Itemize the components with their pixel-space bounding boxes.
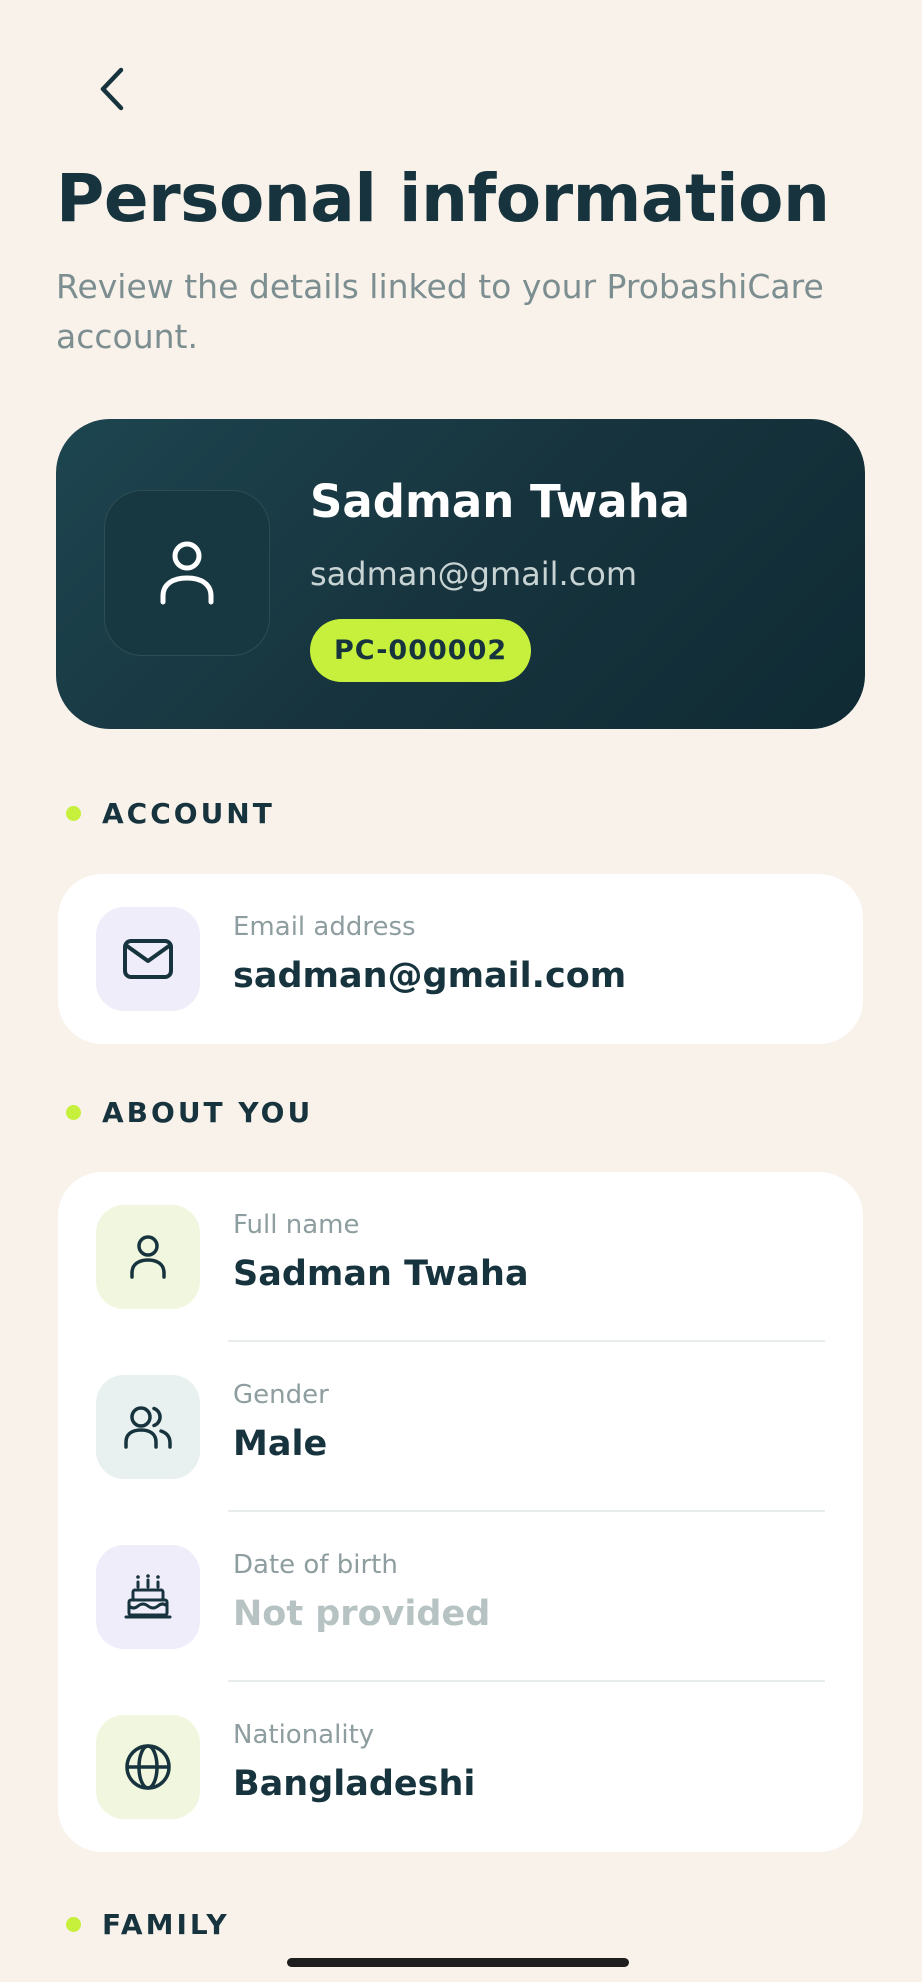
gender-label: Gender	[233, 1380, 329, 1410]
date-of-birth-row[interactable]: Date of birth Not provided	[58, 1512, 863, 1682]
section-dot	[66, 1105, 81, 1120]
users-icon	[124, 1406, 172, 1449]
mail-icon	[123, 939, 173, 979]
user-icon	[160, 541, 214, 605]
nationality-row[interactable]: Nationality Bangladeshi	[58, 1682, 863, 1852]
section-header-about-you: ABOUT YOU	[66, 1096, 313, 1129]
account-card: Email address sadman@gmail.com	[58, 874, 863, 1044]
full-name-label: Full name	[233, 1210, 360, 1240]
section-title-about-you: ABOUT YOU	[102, 1096, 314, 1129]
email-value: sadman@gmail.com	[233, 956, 627, 996]
page-title: Personal information	[56, 160, 830, 237]
home-indicator[interactable]	[287, 1958, 629, 1967]
profile-card: Sadman Twaha sadman@gmail.com PC-000002	[56, 419, 865, 729]
gender-row[interactable]: Gender Male	[58, 1342, 863, 1512]
avatar	[104, 490, 270, 656]
cake-icon	[124, 1574, 172, 1619]
section-dot	[66, 806, 81, 821]
about-you-card: Full name Sadman Twaha Gender Male Date …	[58, 1172, 863, 1852]
section-title-family: FAMILY	[102, 1908, 230, 1941]
section-header-account: ACCOUNT	[66, 797, 275, 830]
email-row[interactable]: Email address sadman@gmail.com	[58, 874, 863, 1044]
email-label: Email address	[233, 912, 416, 942]
gender-value: Male	[233, 1424, 328, 1464]
date-of-birth-label: Date of birth	[233, 1550, 398, 1580]
profile-name: Sadman Twaha	[310, 475, 691, 528]
page-subtitle: Review the details linked to your Probas…	[56, 267, 824, 356]
user-icon-box	[96, 1205, 200, 1309]
section-title-account: ACCOUNT	[102, 797, 275, 830]
nationality-value: Bangladeshi	[233, 1764, 476, 1804]
member-id-badge: PC-000002	[310, 619, 532, 682]
full-name-row[interactable]: Full name Sadman Twaha	[58, 1172, 863, 1342]
personal-information-screen: Personal information Review the details …	[0, 0, 922, 1982]
section-dot	[66, 1917, 81, 1932]
mail-icon-box	[96, 907, 200, 1011]
nationality-label: Nationality	[233, 1720, 375, 1750]
full-name-value: Sadman Twaha	[233, 1254, 529, 1294]
users-icon-box	[96, 1375, 200, 1479]
user-icon	[130, 1235, 166, 1279]
globe-icon-box	[96, 1715, 200, 1819]
globe-icon	[125, 1744, 171, 1790]
date-of-birth-value: Not provided	[233, 1594, 491, 1634]
chevron-left-icon	[100, 67, 124, 111]
profile-email: sadman@gmail.com	[310, 555, 638, 593]
back-button[interactable]	[86, 58, 138, 120]
section-header-family: FAMILY	[66, 1908, 230, 1941]
cake-icon-box	[96, 1545, 200, 1649]
